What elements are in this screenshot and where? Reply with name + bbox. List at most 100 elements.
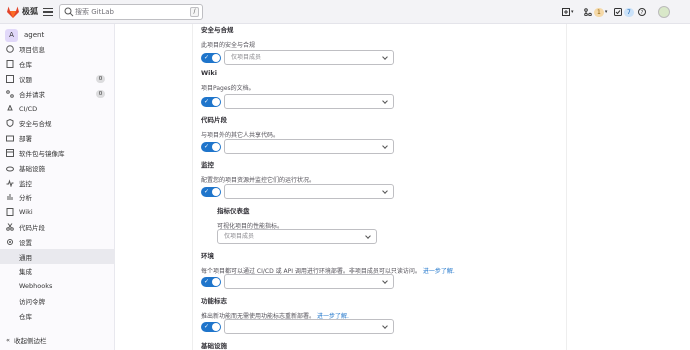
book-icon (6, 208, 14, 217)
chart-icon (6, 193, 14, 201)
section-metrics: 指标仪表盘 可视化项目的性能指标。 (217, 205, 283, 230)
section-snippets: 代码片段 与项目外的其它人共享代码。 (201, 114, 279, 139)
section-desc: 与项目外的其它人共享代码。 (201, 132, 280, 139)
double-chevron-left-icon: « (6, 336, 10, 344)
main-content: 安全与合规 此项目的安全与合规 ✓ 仅项目成员 Wiki 项目Pages的文档。… (115, 24, 690, 350)
section-infrastructure: 基础设施 (201, 340, 227, 350)
search-placeholder: 搜索 GitLab (75, 8, 114, 16)
snippets-access-select[interactable] (224, 139, 394, 154)
env-access-select[interactable] (224, 274, 394, 289)
section-security: 安全与合规 此项目的安全与合规 (201, 24, 255, 49)
env-toggle[interactable]: ✓ (201, 276, 221, 287)
monitor-icon (6, 178, 14, 188)
flags-toggle[interactable]: ✓ (201, 321, 221, 332)
sidebar-item-issues[interactable]: 议题 0 (0, 72, 115, 87)
wiki-toggle[interactable]: ✓ (201, 96, 221, 107)
security-controls: ✓ 仅项目成员 (201, 50, 394, 65)
user-avatar[interactable] (658, 6, 670, 18)
section-title: 指标仪表盘 (217, 207, 250, 215)
brand-name[interactable]: 极狐 (22, 5, 38, 19)
metrics-access-select[interactable]: 仅项目成员 (217, 229, 377, 244)
menu-icon[interactable] (43, 6, 53, 18)
search-input[interactable]: 搜索 GitLab / (59, 4, 203, 20)
section-title: 安全与合规 (201, 26, 234, 34)
snippets-toggle[interactable]: ✓ (201, 141, 221, 152)
cloud-icon (6, 164, 14, 172)
sidebar-subitem-webhooks[interactable]: Webhooks (0, 279, 115, 294)
section-title: 基础设施 (201, 342, 227, 350)
project-name: agent (24, 31, 45, 39)
sidebar-item-project-info[interactable]: 项目信息 (0, 42, 115, 57)
shield-icon (6, 119, 14, 128)
search-icon (64, 7, 74, 17)
merge-requests-icon[interactable]: 1 ▾ (584, 5, 607, 19)
merge-request-icon (6, 89, 14, 98)
section-feature-flags: 功能标志 推出新功能而无需使用功能标志重新部署。 进一步了解. (201, 295, 349, 320)
search-shortcut: / (190, 7, 199, 17)
sidebar-item-snippets[interactable]: 代码片段 (0, 220, 115, 235)
sidebar-item-cicd[interactable]: CI/CD (0, 101, 115, 116)
scissors-icon (6, 223, 14, 231)
sidebar-item-deployments[interactable]: 部署 (0, 131, 115, 146)
top-bar: 极狐 搜索 GitLab / ▾ 1 ▾ 7 ? (0, 0, 690, 24)
merge-count-badge: 1 (594, 7, 604, 17)
sidebar-item-monitor[interactable]: 监控 (0, 175, 115, 190)
sidebar-subitem-integrations[interactable]: 集成 (0, 264, 115, 279)
sidebar-subitem-access-tokens[interactable]: 访问令牌 (0, 294, 115, 309)
sidebar-subitem-general[interactable]: 通用 (0, 249, 115, 264)
svg-text:?: ? (641, 10, 644, 16)
learn-more-link[interactable]: 进一步了解. (423, 268, 455, 275)
sidebar-subitem-repository[interactable]: 仓库 (0, 308, 115, 323)
gear-icon (6, 238, 14, 246)
sidebar-item-repository[interactable]: 仓库 (0, 57, 115, 72)
collapse-sidebar-button[interactable]: « 收起侧边栏 (6, 335, 46, 345)
project-avatar: A (5, 28, 18, 42)
flags-access-select[interactable] (224, 319, 394, 334)
sidebar-item-security[interactable]: 安全与合规 (0, 116, 115, 131)
check-icon: ✓ (204, 53, 210, 61)
security-access-select[interactable]: 仅项目成员 (224, 50, 394, 65)
section-desc: 此项目的安全与合规 (201, 42, 256, 49)
merge-requests-count: 0 (96, 89, 105, 98)
security-toggle[interactable]: ✓ (201, 52, 221, 63)
check-icon: ✓ (204, 142, 210, 150)
metrics-controls: 仅项目成员 (217, 229, 377, 244)
sidebar-item-wiki[interactable]: Wiki (0, 205, 115, 220)
help-icon[interactable]: ? (638, 5, 646, 19)
wiki-controls: ✓ (201, 94, 394, 109)
snippets-controls: ✓ (201, 139, 394, 154)
sidebar-item-packages[interactable]: 软件包与镜像库 (0, 146, 115, 161)
sidebar-item-settings[interactable]: 设置 (0, 234, 115, 249)
project-header[interactable]: A agent (5, 27, 44, 43)
section-title: 环境 (201, 252, 214, 260)
sidebar-item-analytics[interactable]: 分析 (0, 190, 115, 205)
section-environments: 环境 每个项目都可以通过 CI/CD 或 API 调用进行环境部署。非项目成员可… (201, 250, 455, 275)
plus-icon[interactable]: ▾ (562, 5, 574, 19)
monitor-access-select[interactable] (224, 184, 394, 199)
section-desc: 配置您的项目资源并监控它们的运行状况。 (201, 177, 316, 184)
info-icon (6, 45, 14, 54)
env-controls: ✓ (201, 274, 394, 289)
monitor-toggle[interactable]: ✓ (201, 186, 221, 197)
wiki-access-select[interactable] (224, 94, 394, 109)
gitlab-logo-icon[interactable] (6, 5, 20, 19)
section-title: Wiki (201, 69, 217, 77)
flags-controls: ✓ (201, 319, 394, 334)
doc-icon (6, 60, 14, 69)
sidebar-item-merge-requests[interactable]: 合并请求 0 (0, 86, 115, 101)
sidebar-item-infrastructure[interactable]: 基础设施 (0, 160, 115, 175)
section-monitor: 监控 配置您的项目资源并监控它们的运行状况。 (201, 159, 315, 184)
todo-icon[interactable]: 7 (614, 5, 634, 19)
issues-count: 0 (96, 75, 105, 84)
section-wiki: Wiki 项目Pages的文档。 (201, 69, 255, 92)
package-icon (6, 148, 14, 157)
rocket-icon (6, 103, 14, 113)
check-icon: ✓ (204, 97, 210, 105)
check-icon: ✓ (204, 277, 210, 285)
check-icon: ✓ (204, 187, 210, 195)
section-title: 监控 (201, 161, 214, 169)
check-icon: ✓ (204, 322, 210, 330)
section-title: 功能标志 (201, 297, 227, 305)
monitor-controls: ✓ (201, 184, 394, 199)
deploy-icon (6, 134, 14, 142)
